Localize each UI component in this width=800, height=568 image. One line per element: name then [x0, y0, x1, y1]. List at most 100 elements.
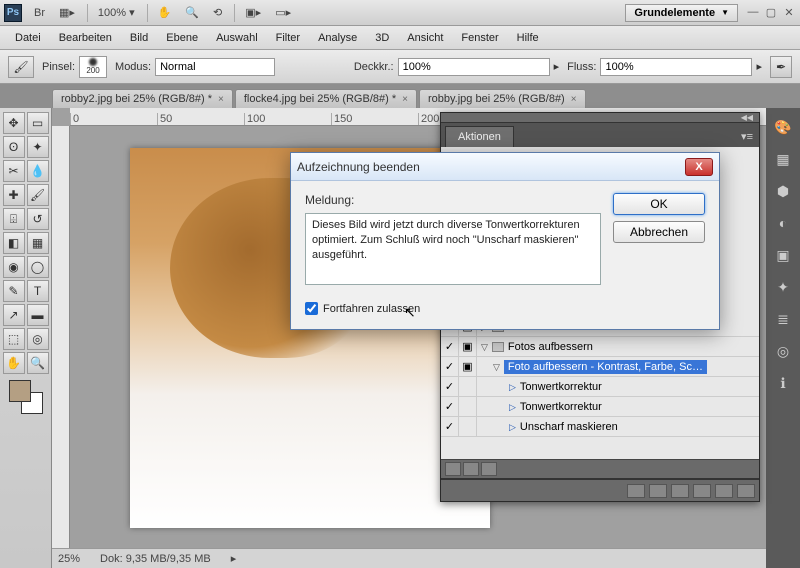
3d-tool[interactable]: ⬚ — [3, 328, 25, 350]
disclosure-icon[interactable] — [481, 341, 488, 353]
menu-ansicht[interactable]: Ansicht — [398, 29, 452, 47]
record-icon[interactable] — [649, 484, 667, 498]
marquee-tool[interactable]: ▭ — [27, 112, 49, 134]
close-icon[interactable]: × — [571, 94, 577, 105]
menu-bild[interactable]: Bild — [121, 29, 157, 47]
paths-panel-icon[interactable]: ℹ — [772, 372, 794, 394]
chevron-right-icon[interactable]: ▸ — [756, 60, 762, 73]
action-row[interactable]: ✓ Tonwertkorrektur — [441, 397, 759, 417]
play-icon[interactable] — [671, 484, 689, 498]
history-brush-tool[interactable]: ↺ — [27, 208, 49, 230]
type-tool[interactable]: T — [27, 280, 49, 302]
close-button[interactable]: ✕ — [782, 6, 796, 19]
foreground-color[interactable] — [9, 380, 31, 402]
ok-button[interactable]: OK — [613, 193, 705, 215]
zoom-level[interactable]: 100% ▾ — [92, 4, 141, 21]
move-tool[interactable]: ✥ — [3, 112, 25, 134]
brush-tool-icon[interactable]: 🖌 — [8, 56, 34, 78]
chevron-right-icon[interactable]: ▸ — [231, 552, 237, 565]
zoom-icon[interactable]: 🔍 — [179, 4, 205, 21]
mode-select[interactable] — [155, 58, 275, 76]
navigator-panel-icon[interactable]: ✦ — [772, 276, 794, 298]
right-dock: 🎨 ▦ ⬢ ◐ ▣ ✦ ≣ ◎ ℹ — [766, 108, 800, 568]
new-action-icon[interactable] — [715, 484, 733, 498]
shape-tool[interactable]: ▬ — [27, 304, 49, 326]
doc-size-status[interactable]: Dok: 9,35 MB/9,35 MB — [100, 553, 211, 565]
zoom-status[interactable]: 25% — [58, 553, 80, 565]
path-tool[interactable]: ↗ — [3, 304, 25, 326]
crop-tool[interactable]: ✂ — [3, 160, 25, 182]
message-textarea[interactable]: Dieses Bild wird jetzt durch diverse Ton… — [305, 213, 601, 285]
panel-tab-aktionen[interactable]: Aktionen — [445, 126, 514, 147]
cancel-button[interactable]: Abbrechen — [613, 221, 705, 243]
brush-picker[interactable]: Pinsel: 200 — [42, 56, 107, 78]
record-button[interactable] — [463, 462, 479, 476]
eraser-tool[interactable]: ◧ — [3, 232, 25, 254]
chevron-right-icon[interactable]: ▸ — [554, 60, 560, 73]
hand-tool[interactable]: ✋ — [3, 352, 25, 374]
screen-mode-button[interactable]: ▦▸ — [53, 4, 81, 21]
arrange-icon[interactable]: ▣▸ — [239, 4, 267, 21]
masks-panel-icon[interactable]: ▣ — [772, 244, 794, 266]
new-set-icon[interactable] — [693, 484, 711, 498]
stop-button[interactable] — [445, 462, 461, 476]
menu-ebene[interactable]: Ebene — [157, 29, 207, 47]
maximize-button[interactable]: ▢ — [764, 6, 778, 19]
menu-3d[interactable]: 3D — [366, 29, 398, 47]
swatches-panel-icon[interactable]: ▦ — [772, 148, 794, 170]
zoom-tool[interactable]: 🔍 — [27, 352, 49, 374]
document-tab[interactable]: robby.jpg bei 25% (RGB/8#)× — [419, 89, 586, 108]
rotate-icon[interactable]: ⟲ — [207, 4, 228, 21]
menu-bearbeiten[interactable]: Bearbeiten — [50, 29, 121, 47]
menu-hilfe[interactable]: Hilfe — [508, 29, 548, 47]
document-tab[interactable]: robby2.jpg bei 25% (RGB/8#) *× — [52, 89, 233, 108]
play-button[interactable] — [481, 462, 497, 476]
workspace-dropdown[interactable]: Grundelemente ▼ — [625, 4, 738, 22]
stamp-tool[interactable]: ⌹ — [3, 208, 25, 230]
allow-continue-checkbox[interactable]: Fortfahren zulassen — [305, 302, 601, 315]
action-row[interactable]: ✓ Tonwertkorrektur — [441, 377, 759, 397]
healing-tool[interactable]: ✚ — [3, 184, 25, 206]
color-panel-icon[interactable]: 🎨 — [772, 116, 794, 138]
blur-tool[interactable]: ◉ — [3, 256, 25, 278]
menu-datei[interactable]: Datei — [6, 29, 50, 47]
3d-camera-tool[interactable]: ◎ — [27, 328, 49, 350]
wand-tool[interactable]: ✦ — [27, 136, 49, 158]
minimize-button[interactable]: — — [746, 6, 760, 19]
styles-panel-icon[interactable]: ⬢ — [772, 180, 794, 202]
dialog-close-button[interactable]: X — [685, 158, 713, 176]
flow-input[interactable] — [600, 58, 752, 76]
options-bar: 🖌 Pinsel: 200 Modus: Deckkr.: ▸ Fluss: ▸… — [0, 50, 800, 84]
trash-icon[interactable] — [737, 484, 755, 498]
panel-collapse-bar[interactable]: ◀◀ — [441, 113, 759, 123]
menu-auswahl[interactable]: Auswahl — [207, 29, 267, 47]
dialog-titlebar[interactable]: Aufzeichnung beenden X — [291, 153, 719, 181]
screen-mode-icon[interactable]: ▭▸ — [269, 4, 297, 21]
bridge-button[interactable]: Br — [28, 5, 51, 21]
color-swatches[interactable] — [9, 380, 43, 414]
pen-tool[interactable]: ✎ — [3, 280, 25, 302]
action-row[interactable]: ✓ ▣ Foto aufbessern - Kontrast, Farbe, S… — [441, 357, 759, 377]
menu-analyse[interactable]: Analyse — [309, 29, 366, 47]
disclosure-icon[interactable] — [493, 361, 500, 373]
document-tab[interactable]: flocke4.jpg bei 25% (RGB/8#) *× — [235, 89, 417, 108]
menu-filter[interactable]: Filter — [267, 29, 309, 47]
brush-tool[interactable]: 🖌 — [27, 184, 49, 206]
lasso-tool[interactable]: ʘ — [3, 136, 25, 158]
opacity-input[interactable] — [398, 58, 550, 76]
panel-menu-icon[interactable]: ▾≡ — [735, 126, 759, 147]
menu-fenster[interactable]: Fenster — [452, 29, 507, 47]
gradient-tool[interactable]: ▦ — [27, 232, 49, 254]
adjustments-panel-icon[interactable]: ◐ — [772, 212, 794, 234]
airbrush-icon[interactable]: ✒ — [770, 56, 792, 78]
eyedropper-tool[interactable]: 💧 — [27, 160, 49, 182]
close-icon[interactable]: × — [218, 94, 224, 105]
layers-panel-icon[interactable]: ≣ — [772, 308, 794, 330]
action-row[interactable]: ✓ Unscharf maskieren — [441, 417, 759, 437]
channels-panel-icon[interactable]: ◎ — [772, 340, 794, 362]
hand-icon[interactable]: ✋ — [152, 4, 178, 21]
stop-icon[interactable] — [627, 484, 645, 498]
dodge-tool[interactable]: ◯ — [27, 256, 49, 278]
close-icon[interactable]: × — [402, 94, 408, 105]
action-row[interactable]: ✓ ▣ Fotos aufbessern — [441, 337, 759, 357]
